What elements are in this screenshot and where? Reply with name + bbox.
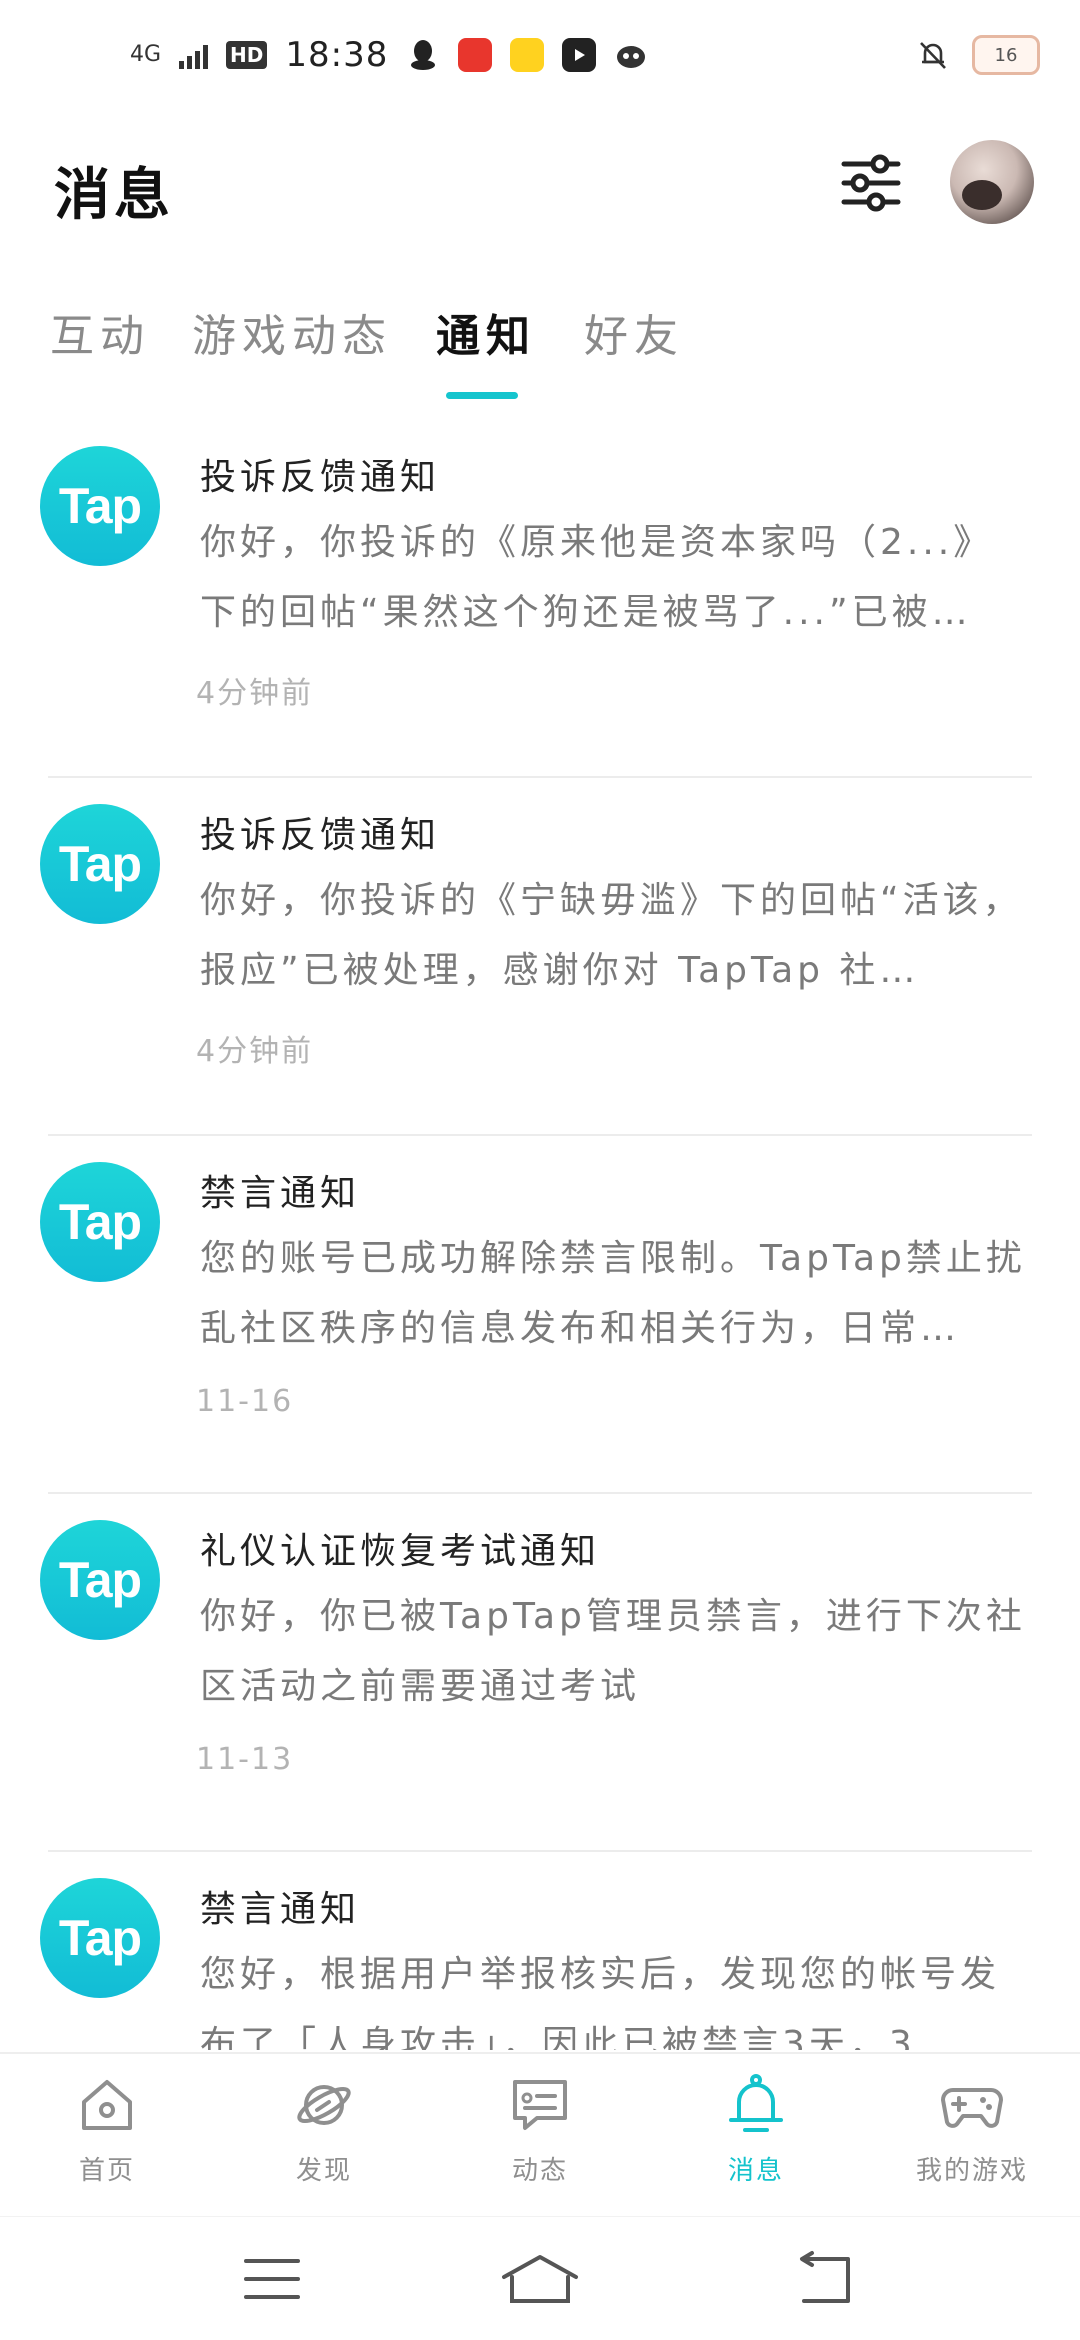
notification-time: 11-13 [196,1742,294,1777]
home-button[interactable] [490,2247,590,2311]
network-type: 4G [130,42,162,67]
notification-item[interactable]: Tap 投诉反馈通知 你好，你投诉的《原来他是资本家吗（2...》下的回帖“果然… [0,420,1080,778]
taptap-logo-icon: Tap [40,446,160,566]
notification-title: 禁言通知 [200,1889,361,1930]
app-red-icon [458,38,493,72]
chat-bubble-icon [513,2080,567,2130]
home-icon [82,2080,132,2130]
qq-icon [406,38,440,72]
notification-item[interactable]: Tap 投诉反馈通知 你好，你投诉的《宁缺毋滥》下的回帖“活该，报应”已被处理，… [0,778,1080,1136]
planet-icon [297,2085,351,2125]
nav-messages[interactable]: 消息 [666,2072,846,2212]
nav-label: 首页 [78,2156,135,2186]
back-button[interactable] [774,2247,874,2311]
video-app-icon [562,38,597,72]
menu-icon [244,2259,300,2299]
notification-title: 投诉反馈通知 [200,457,441,498]
gamepad-icon [941,2088,1003,2128]
taptap-logo-icon: Tap [40,804,160,924]
tab-interaction[interactable]: 互动 [50,300,150,364]
nav-home[interactable]: 首页 [17,2072,197,2212]
nav-my-games[interactable]: 我的游戏 [882,2072,1062,2212]
nav-label: 我的游戏 [915,2156,1028,2186]
system-nav-bar [0,2216,1080,2340]
signal-icon [179,41,209,69]
notification-body: 你好，你已被TapTap管理员禁言，进行下次社区活动之前需要通过考试 [200,1596,1026,1707]
status-right: 16 [916,35,1040,75]
tab-friends[interactable]: 好友 [584,300,684,364]
clock: 18:38 [285,35,389,75]
taptap-logo-icon: Tap [40,1520,160,1640]
battery-icon: 16 [972,35,1040,75]
hd-badge: HD [226,41,268,69]
notification-body: 你好，你投诉的《宁缺毋滥》下的回帖“活该，报应”已被处理，感谢你对 TapTap… [200,880,1023,991]
sliders-icon [841,154,901,212]
tab-game-updates[interactable]: 游戏动态 [192,300,392,364]
page-header: 消息 [0,130,1080,240]
home-outline-icon [502,2255,578,2303]
nav-label: 动态 [511,2156,568,2186]
notification-item[interactable]: Tap 礼仪认证恢复考试通知 你好，你已被TapTap管理员禁言，进行下次社区活… [0,1494,1080,1852]
status-bar: 4G HD 18:38 16 [0,0,1080,110]
nav-label: 消息 [727,2156,784,2186]
user-avatar[interactable] [950,140,1034,224]
nav-discover[interactable]: 发现 [234,2072,414,2212]
back-icon [800,2251,850,2303]
status-left: 4G HD 18:38 [130,35,648,75]
notification-title: 投诉反馈通知 [200,815,441,856]
message-tabs: 互动 游戏动态 通知 好友 [0,290,1080,410]
nav-label: 发现 [295,2156,352,2186]
notification-title: 礼仪认证恢复考试通知 [200,1531,601,1572]
notification-body: 你好，你投诉的《原来他是资本家吗（2...》下的回帖“果然这个狗还是被骂了...… [200,522,994,633]
notification-time: 4分钟前 [196,676,314,711]
notification-body: 您的账号已成功解除禁言限制。TapTap禁止扰乱社区秩序的信息发布和相关行为，日… [200,1238,1026,1349]
notification-title: 禁言通知 [200,1173,361,1214]
notification-list: Tap 投诉反馈通知 你好，你投诉的《原来他是资本家吗（2...》下的回帖“果然… [0,420,1080,2050]
notification-item[interactable]: Tap 禁言通知 您的账号已成功解除禁言限制。TapTap禁止扰乱社区秩序的信息… [0,1136,1080,1494]
screen: 4G HD 18:38 16 消息 互动 游戏动态 通知 好友 Tap 投诉反馈… [0,0,1080,2340]
taptap-logo-icon: Tap [40,1162,160,1282]
notification-time: 11-16 [196,1384,294,1419]
battery-level: 16 [994,44,1018,66]
bottom-nav: 首页 发现 动态 消息 我的游戏 [0,2052,1080,2214]
cat-app-icon [614,38,648,72]
nav-feed[interactable]: 动态 [450,2072,630,2212]
kuaishou-icon [510,38,545,72]
notification-body: 您好，根据用户举报核实后，发现您的帐号发布了「人身攻击」，因此已被禁言3天，3… [200,1954,1001,2050]
active-tab-indicator [446,392,518,399]
notification-time: 4分钟前 [196,1034,314,1069]
bell-icon [729,2074,783,2132]
tab-notifications[interactable]: 通知 [436,300,536,364]
menu-button[interactable] [222,2247,322,2311]
notification-item[interactable]: Tap 禁言通知 您好，根据用户举报核实后，发现您的帐号发布了「人身攻击」，因此… [0,1852,1080,2050]
bell-off-icon [916,38,950,72]
page-title: 消息 [54,163,174,228]
filter-settings-button[interactable] [836,148,906,218]
taptap-logo-icon: Tap [40,1878,160,1998]
